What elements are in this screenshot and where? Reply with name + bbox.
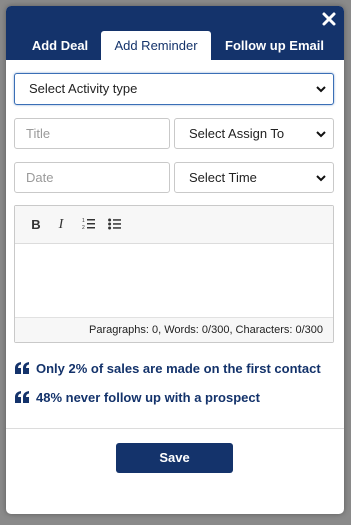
unordered-list-button[interactable] [108, 217, 122, 233]
tab-bar: Add Deal Add Reminder Follow up Email [6, 31, 344, 60]
ordered-list-button[interactable]: 1 2 [82, 217, 96, 233]
chevron-down-icon [316, 131, 326, 138]
editor-status-bar: Paragraphs: 0, Words: 0/300, Characters:… [15, 317, 333, 342]
ordered-list-icon: 1 2 [82, 218, 95, 231]
quote-icon [15, 391, 29, 403]
quote-text: 48% never follow up with a prospect [36, 390, 260, 405]
close-icon [322, 12, 336, 26]
sales-quote-1: Only 2% of sales are made on the first c… [15, 360, 335, 378]
activity-type-select[interactable]: Select Activity type [14, 73, 334, 105]
date-placeholder: Date [26, 170, 54, 185]
assign-to-value: Select Assign To [189, 126, 285, 141]
activity-type-value: Select Activity type [29, 81, 138, 96]
tab-add-reminder[interactable]: Add Reminder [101, 31, 211, 60]
svg-text:2: 2 [82, 225, 85, 231]
date-input[interactable]: Date [14, 162, 170, 193]
save-button[interactable]: Save [116, 443, 233, 473]
title-input[interactable]: Title [14, 118, 170, 149]
sales-quote-2: 48% never follow up with a prospect [15, 389, 335, 407]
italic-button[interactable]: I [55, 217, 67, 233]
tab-follow-up-email[interactable]: Follow up Email [217, 31, 332, 60]
unordered-list-icon [108, 218, 121, 230]
svg-text:1: 1 [82, 218, 85, 224]
dialog-header: Add Deal Add Reminder Follow up Email [6, 6, 344, 60]
chevron-down-icon [316, 175, 326, 182]
bold-button[interactable]: B [30, 217, 42, 233]
title-placeholder: Title [26, 126, 51, 141]
rich-text-editor: B I 1 2 Paragraphs: 0, Words: 0/300, Cha… [14, 205, 334, 343]
add-reminder-dialog: Add Deal Add Reminder Follow up Email Se… [6, 6, 344, 514]
footer-divider [6, 428, 344, 429]
close-button[interactable] [321, 11, 337, 27]
time-value: Select Time [189, 170, 257, 185]
quote-icon [15, 362, 29, 374]
editor-toolbar: B I 1 2 [15, 206, 333, 244]
chevron-down-icon [316, 86, 326, 93]
time-select[interactable]: Select Time [174, 162, 334, 193]
tab-add-deal[interactable]: Add Deal [20, 31, 100, 60]
quote-text: Only 2% of sales are made on the first c… [36, 361, 321, 376]
editor-content-area[interactable] [15, 244, 333, 317]
assign-to-select[interactable]: Select Assign To [174, 118, 334, 149]
